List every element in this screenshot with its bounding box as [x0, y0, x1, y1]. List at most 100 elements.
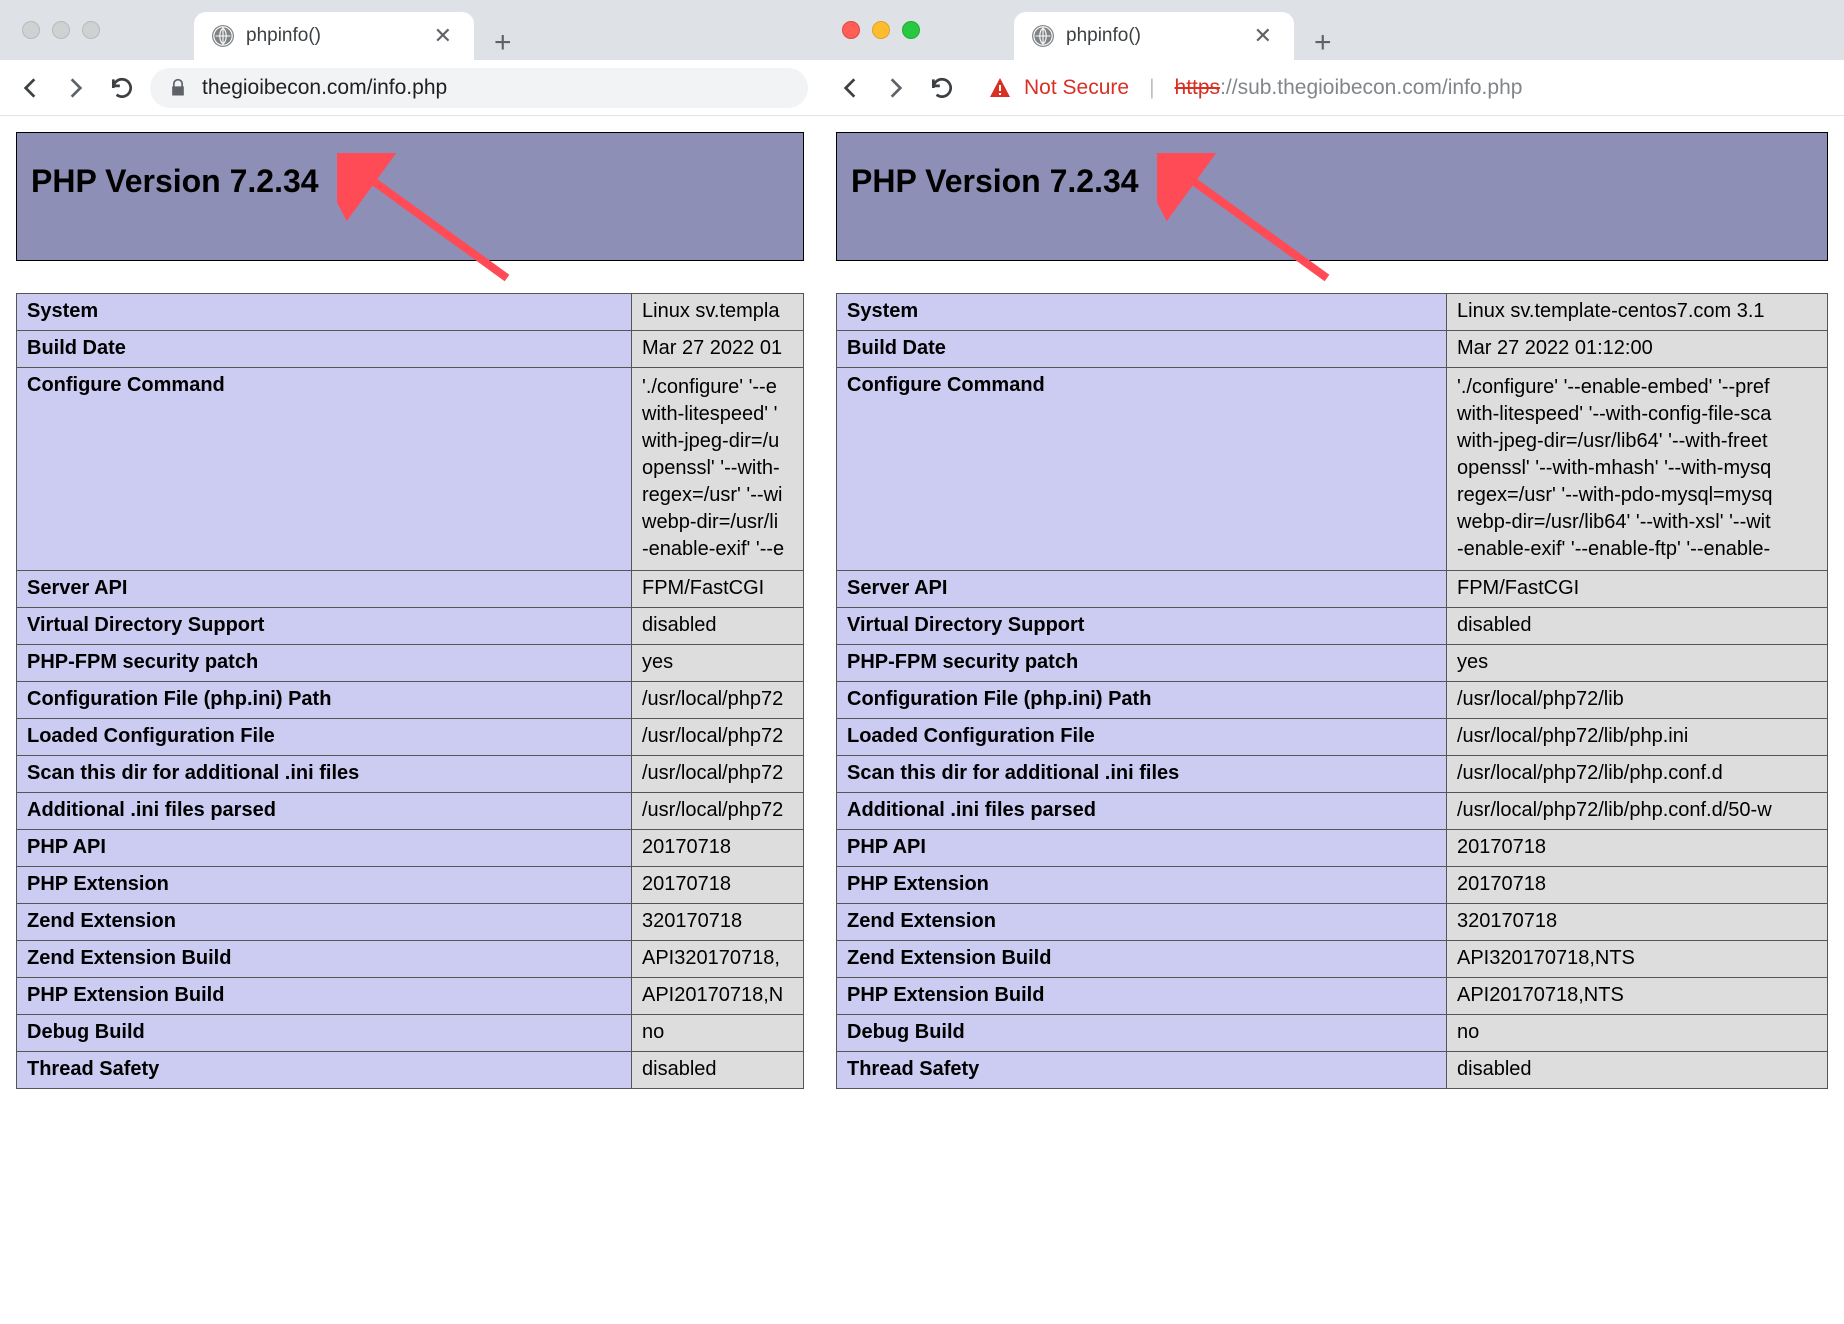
close-tab-icon[interactable]: ✕ — [430, 23, 456, 49]
config-key: Debug Build — [837, 1015, 1447, 1052]
config-key: Additional .ini files parsed — [837, 793, 1447, 830]
config-key: Debug Build — [17, 1015, 632, 1052]
close-window-icon[interactable] — [842, 21, 860, 39]
url-separator: | — [1143, 76, 1160, 100]
config-value: /usr/local/php72/lib/php.conf.d — [1447, 756, 1828, 793]
table-row: PHP Extension BuildAPI20170718,N — [17, 978, 804, 1015]
config-value: 320170718 — [632, 904, 804, 941]
table-row: Configuration File (php.ini) Path/usr/lo… — [837, 682, 1828, 719]
table-row: Virtual Directory Supportdisabled — [837, 608, 1828, 645]
config-key: Configure Command — [837, 368, 1447, 571]
url-bar[interactable]: Not Secure | https://sub.thegioibecon.co… — [970, 68, 1832, 108]
config-value: FPM/FastCGI — [1447, 571, 1828, 608]
new-tab-button[interactable]: + — [474, 26, 532, 60]
maximize-window-icon[interactable] — [902, 21, 920, 39]
browser-window-right: phpinfo() ✕ + Not Secure | https://sub.t… — [820, 0, 1844, 1324]
table-row: PHP API20170718 — [17, 830, 804, 867]
tabs-container: phpinfo() ✕ + — [1014, 0, 1352, 60]
table-row: Additional .ini files parsed/usr/local/p… — [17, 793, 804, 830]
config-key: Server API — [837, 571, 1447, 608]
phpinfo-table: SystemLinux sv.template-centos7.com 3.1B… — [836, 293, 1828, 1089]
config-key: Zend Extension — [837, 904, 1447, 941]
table-row: Configuration File (php.ini) Path/usr/lo… — [17, 682, 804, 719]
config-value: 20170718 — [1447, 867, 1828, 904]
url-bar[interactable]: thegioibecon.com/info.php — [150, 68, 808, 108]
globe-icon — [212, 25, 234, 47]
config-value: disabled — [1447, 1052, 1828, 1089]
minimize-window-icon[interactable] — [872, 21, 890, 39]
config-key: Scan this dir for additional .ini files — [17, 756, 632, 793]
url-scheme: https — [1175, 76, 1221, 99]
config-value: 320170718 — [1447, 904, 1828, 941]
table-row: Loaded Configuration File/usr/local/php7… — [837, 719, 1828, 756]
table-row: Additional .ini files parsed/usr/local/p… — [837, 793, 1828, 830]
table-row: Debug Buildno — [17, 1015, 804, 1052]
address-bar: thegioibecon.com/info.php — [0, 60, 820, 116]
php-version-title: PHP Version 7.2.34 — [851, 163, 1813, 200]
config-value: disabled — [632, 1052, 804, 1089]
minimize-window-icon[interactable] — [52, 21, 70, 39]
config-key: Zend Extension Build — [17, 941, 632, 978]
tab-title: phpinfo() — [246, 25, 321, 47]
config-key: Configuration File (php.ini) Path — [837, 682, 1447, 719]
config-value: /usr/local/php72 — [632, 793, 804, 830]
config-key: Configure Command — [17, 368, 632, 571]
config-key: Scan this dir for additional .ini files — [837, 756, 1447, 793]
config-key: System — [17, 294, 632, 331]
url-path: ://sub.thegioibecon.com/info.php — [1220, 76, 1522, 99]
php-version-header: PHP Version 7.2.34 — [836, 132, 1828, 261]
table-row: Scan this dir for additional .ini files/… — [837, 756, 1828, 793]
config-value: './configure' '--enable-embed' '--prefwi… — [1447, 368, 1828, 571]
config-value: API320170718, — [632, 941, 804, 978]
phpinfo-table: SystemLinux sv.templaBuild DateMar 27 20… — [16, 293, 804, 1089]
config-key: Zend Extension Build — [837, 941, 1447, 978]
config-value: yes — [1447, 645, 1828, 682]
config-key: PHP Extension Build — [837, 978, 1447, 1015]
close-tab-icon[interactable]: ✕ — [1250, 23, 1276, 49]
config-value: FPM/FastCGI — [632, 571, 804, 608]
table-row: Thread Safetydisabled — [837, 1052, 1828, 1089]
table-row: Server APIFPM/FastCGI — [837, 571, 1828, 608]
address-bar: Not Secure | https://sub.thegioibecon.co… — [820, 60, 1844, 116]
not-secure-warning[interactable]: Not Secure — [988, 76, 1129, 100]
config-key: Server API — [17, 571, 632, 608]
new-tab-button[interactable]: + — [1294, 26, 1352, 60]
config-value: /usr/local/php72/lib/php.ini — [1447, 719, 1828, 756]
url-text: thegioibecon.com/info.php — [202, 76, 447, 100]
config-value: yes — [632, 645, 804, 682]
table-row: PHP API20170718 — [837, 830, 1828, 867]
table-row: Debug Buildno — [837, 1015, 1828, 1052]
table-row: SystemLinux sv.template-centos7.com 3.1 — [837, 294, 1828, 331]
config-key: PHP Extension Build — [17, 978, 632, 1015]
browser-tab[interactable]: phpinfo() ✕ — [194, 12, 474, 60]
config-key: PHP-FPM security patch — [17, 645, 632, 682]
config-value: /usr/local/php72 — [632, 719, 804, 756]
forward-button[interactable] — [878, 70, 914, 106]
back-button[interactable] — [12, 70, 48, 106]
config-value: './configure' '--ewith-litespeed' 'with-… — [632, 368, 804, 571]
window-controls — [832, 21, 934, 39]
table-row: Loaded Configuration File/usr/local/php7… — [17, 719, 804, 756]
maximize-window-icon[interactable] — [82, 21, 100, 39]
config-value: /usr/local/php72 — [632, 682, 804, 719]
reload-button[interactable] — [924, 70, 960, 106]
php-version-header: PHP Version 7.2.34 — [16, 132, 804, 261]
config-key: Loaded Configuration File — [17, 719, 632, 756]
table-row: SystemLinux sv.templa — [17, 294, 804, 331]
config-key: Configuration File (php.ini) Path — [17, 682, 632, 719]
config-key: Virtual Directory Support — [17, 608, 632, 645]
browser-tab[interactable]: phpinfo() ✕ — [1014, 12, 1294, 60]
forward-button[interactable] — [58, 70, 94, 106]
back-button[interactable] — [832, 70, 868, 106]
close-window-icon[interactable] — [22, 21, 40, 39]
reload-button[interactable] — [104, 70, 140, 106]
config-value: no — [1447, 1015, 1828, 1052]
table-row: Thread Safetydisabled — [17, 1052, 804, 1089]
browser-window-left: phpinfo() ✕ + thegioibecon.com/info.php … — [0, 0, 820, 1324]
config-key: Build Date — [17, 331, 632, 368]
config-value: disabled — [1447, 608, 1828, 645]
table-row: PHP Extension BuildAPI20170718,NTS — [837, 978, 1828, 1015]
tab-bar: phpinfo() ✕ + — [820, 0, 1844, 60]
globe-icon — [1032, 25, 1054, 47]
config-value: 20170718 — [632, 830, 804, 867]
